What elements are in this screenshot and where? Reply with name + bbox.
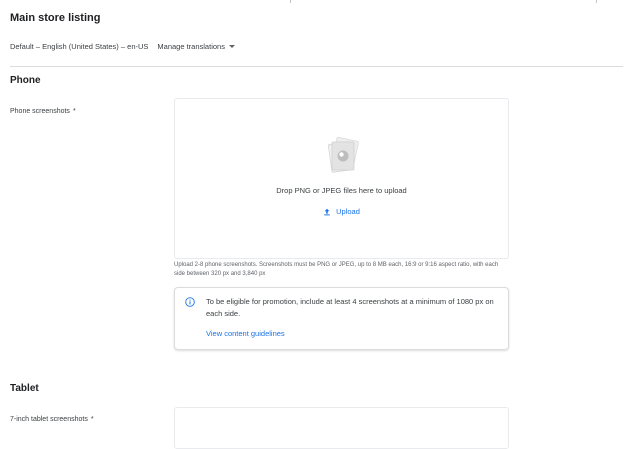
upload-label: Upload [336, 207, 360, 216]
promotion-info-card: To be eligible for promotion, include at… [174, 287, 509, 350]
phone-screenshots-help-text: Upload 2-8 phone screenshots. Screenshot… [174, 262, 499, 277]
top-scroll-edge [0, 0, 629, 3]
tablet-screenshots-label: 7-inch tablet screenshots * [10, 416, 94, 423]
tablet-screenshots-label-text: 7-inch tablet screenshots [10, 416, 88, 423]
dropzone-instructions: Drop PNG or JPEG files here to upload [276, 186, 407, 195]
required-marker: * [90, 416, 94, 423]
info-icon [185, 297, 195, 307]
phone-section-heading: Phone [10, 75, 41, 86]
tablet-screenshots-dropzone[interactable] [174, 407, 509, 449]
tablet-section-heading: Tablet [10, 383, 39, 394]
phone-screenshots-label-text: Phone screenshots [10, 108, 70, 115]
manage-translations-label: Manage translations [157, 42, 225, 51]
required-marker: * [72, 108, 76, 115]
promotion-info-text: To be eligible for promotion, include at… [206, 297, 494, 318]
upload-button[interactable]: Upload [175, 207, 508, 216]
caret-down-icon [228, 45, 235, 48]
view-content-guidelines-link[interactable]: View content guidelines [206, 329, 285, 338]
upload-icon [324, 208, 330, 215]
page-title: Main store listing [10, 12, 101, 24]
section-divider [10, 66, 623, 67]
image-stack-icon [327, 137, 359, 173]
manage-translations-dropdown[interactable]: Manage translations [157, 42, 235, 51]
phone-screenshots-dropzone[interactable]: Drop PNG or JPEG files here to upload Up… [174, 98, 509, 259]
default-language-label: Default – English (United States) – en-U… [10, 42, 149, 51]
phone-screenshots-label: Phone screenshots * [10, 108, 76, 115]
language-row: Default – English (United States) – en-U… [10, 42, 235, 51]
